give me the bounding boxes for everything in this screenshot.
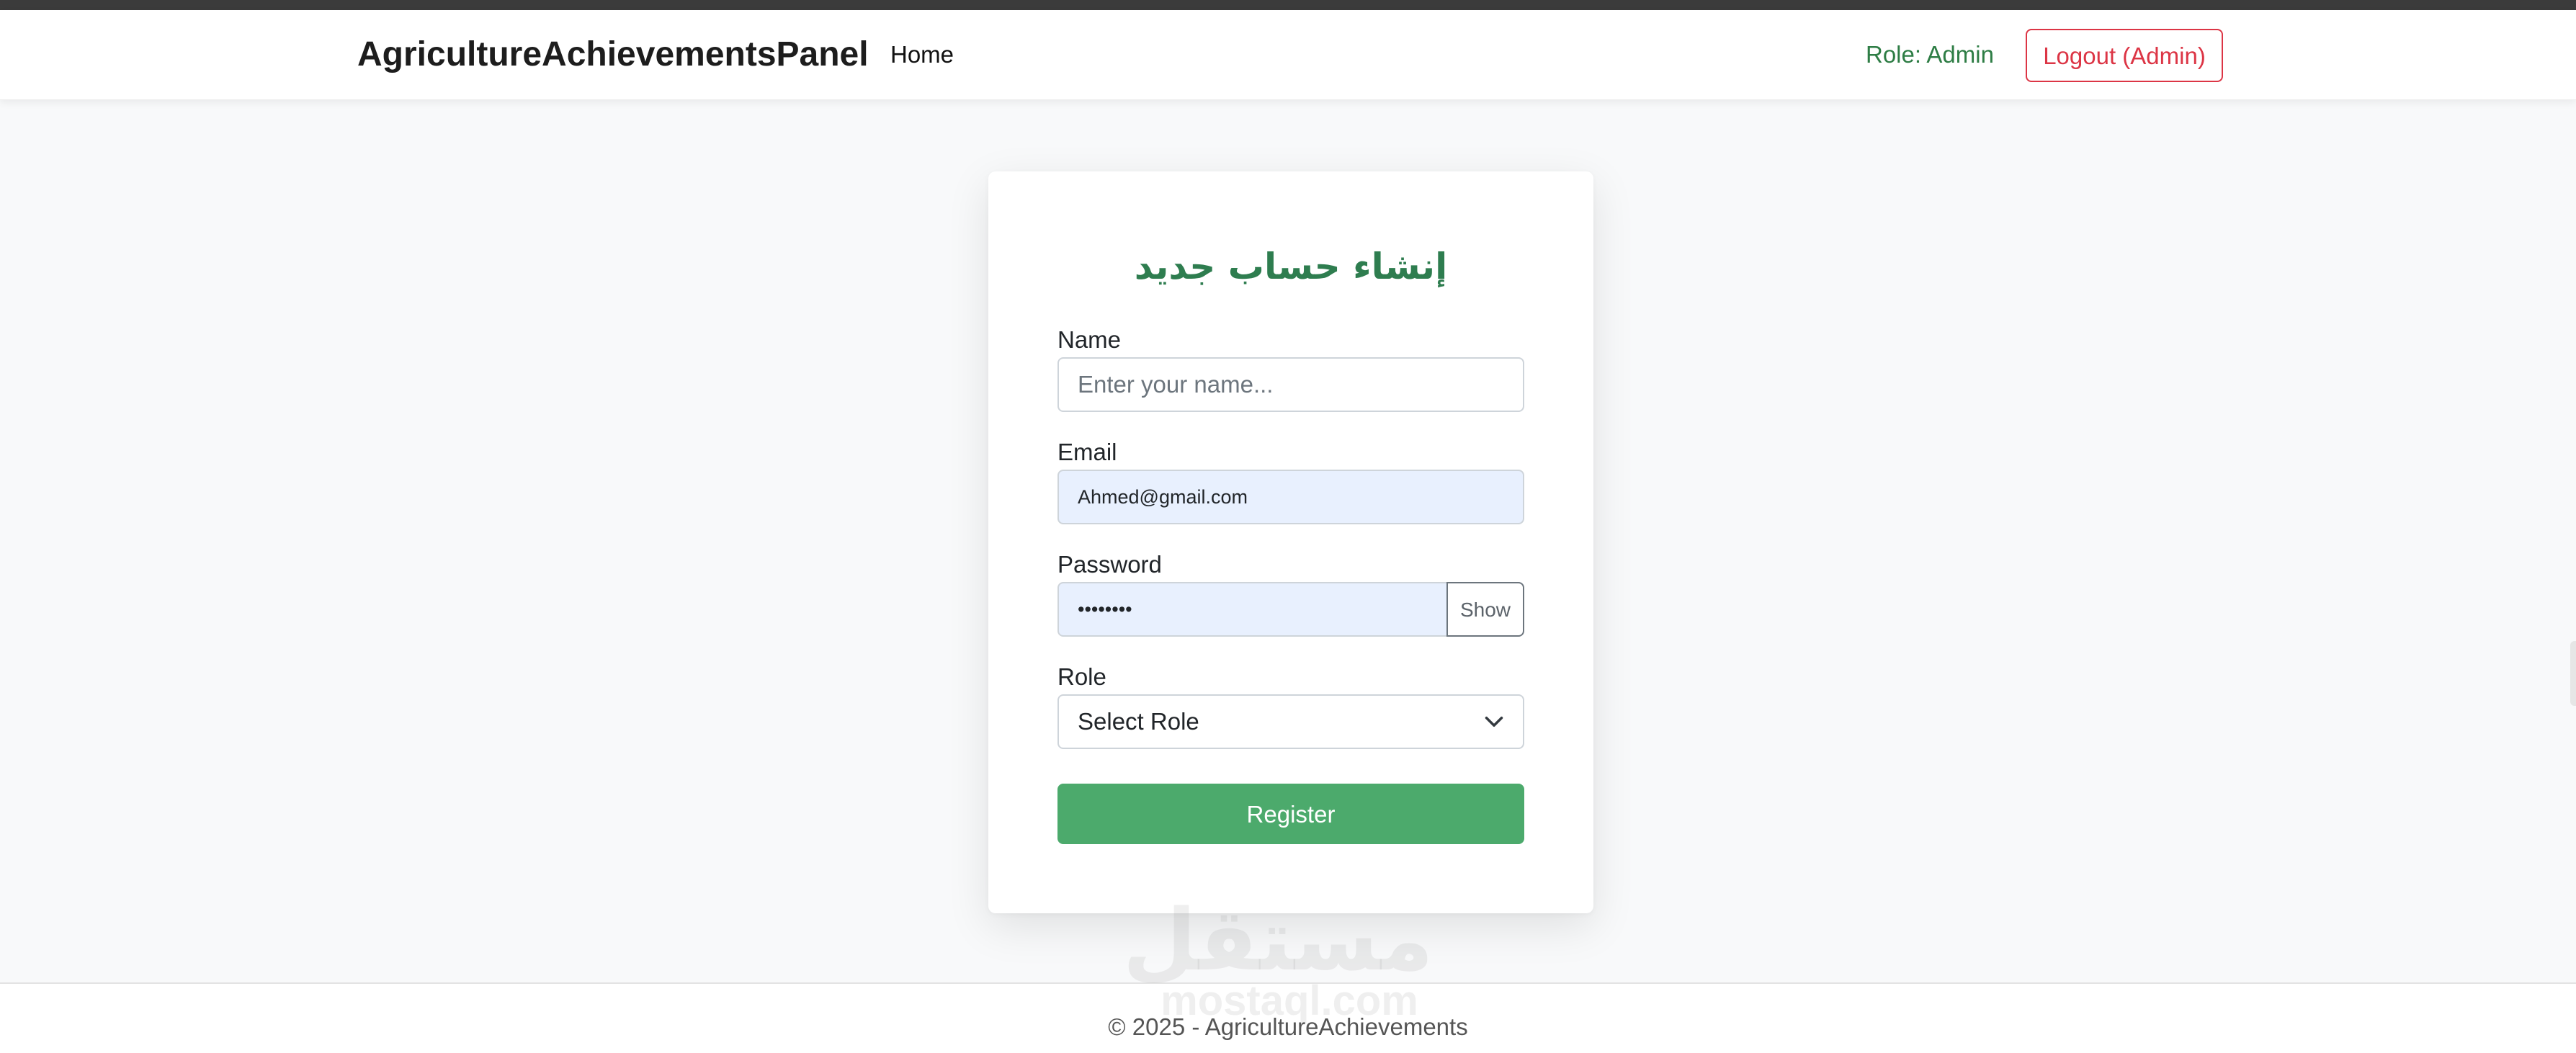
role-indicator: Role: Admin [1866,41,1994,68]
show-password-button[interactable]: Show [1446,582,1524,637]
navbar: AgricultureAchievementsPanel Home Role: … [0,10,2576,100]
side-scroll-handle[interactable] [2570,641,2576,706]
role-label: Role [1057,663,1106,690]
navbar-brand[interactable]: AgricultureAchievementsPanel [357,35,869,75]
top-strip [0,0,2576,10]
email-input[interactable] [1057,470,1524,524]
footer: © 2025 - AgricultureAchievements [0,982,2576,1053]
logout-button[interactable]: Logout (Admin) [2026,29,2223,82]
nav-link-home[interactable]: Home [890,40,954,69]
register-button[interactable]: Register [1057,784,1524,844]
register-title: إنشاء حساب جديد [1134,246,1448,287]
password-input[interactable] [1057,582,1449,637]
chevron-down-icon [1485,717,1503,727]
email-label: Email [1057,439,1117,465]
role-select-value: Select Role [1078,708,1199,735]
password-label: Password [1057,551,1162,578]
name-input[interactable] [1057,357,1524,412]
name-label: Name [1057,326,1122,353]
register-card: إنشاء حساب جديد Name Email Password Show… [988,171,1593,913]
footer-copyright: © 2025 - AgricultureAchievements [1108,1013,1468,1040]
role-select[interactable]: Select Role [1057,694,1524,749]
